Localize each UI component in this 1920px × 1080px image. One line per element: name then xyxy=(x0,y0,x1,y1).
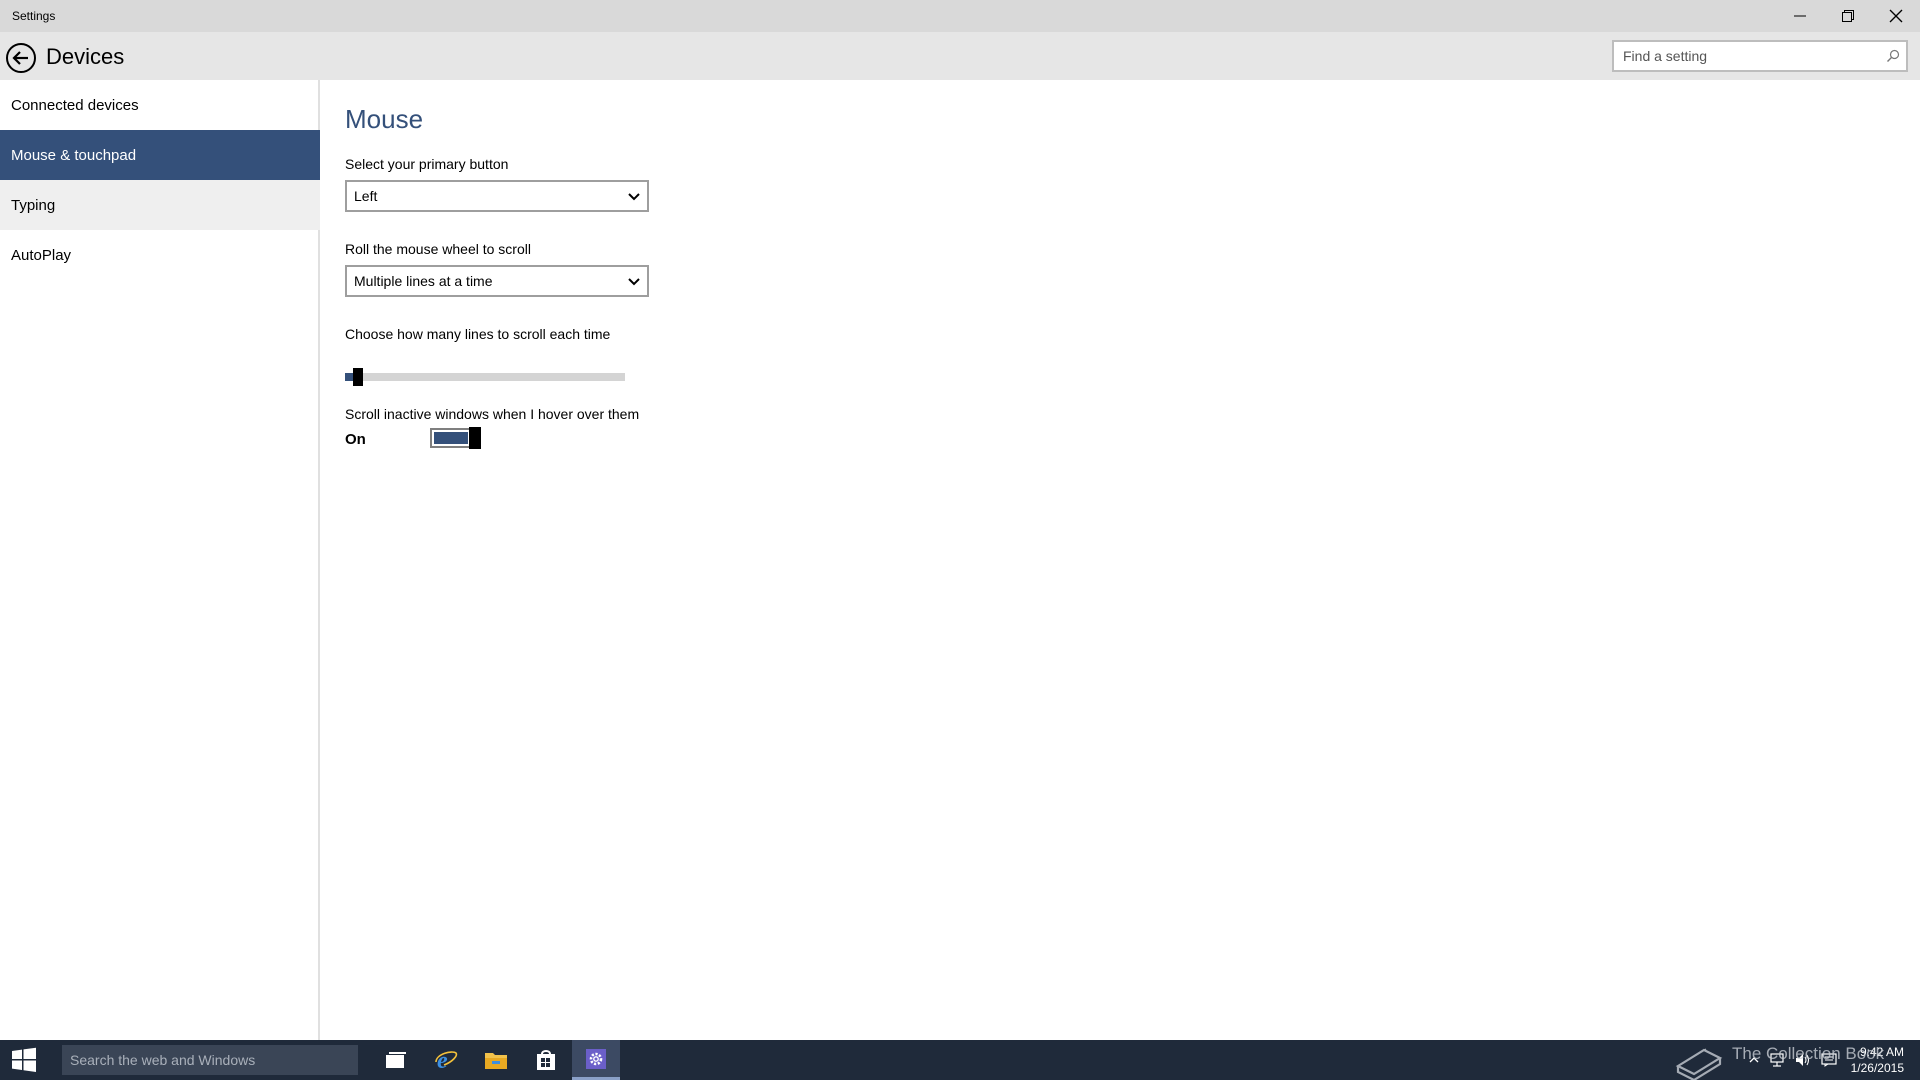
internet-explorer-icon: e xyxy=(435,1048,458,1072)
find-setting-search[interactable] xyxy=(1612,40,1908,72)
sidebar-item-label: Connected devices xyxy=(11,96,139,114)
taskbar-search[interactable]: Search the web and Windows xyxy=(62,1045,358,1075)
toggle-state-text: On xyxy=(345,431,366,448)
wheel-scroll-label: Roll the mouse wheel to scroll xyxy=(345,241,531,257)
lines-slider-label: Choose how many lines to scroll each tim… xyxy=(345,326,611,342)
close-button[interactable] xyxy=(1872,0,1920,32)
clock-time: 9:42 AM xyxy=(1859,1045,1904,1059)
inactive-scroll-label: Scroll inactive windows when I hover ove… xyxy=(345,406,640,422)
search-input[interactable] xyxy=(1614,42,1906,70)
toggle-fill xyxy=(434,432,468,444)
minimize-button[interactable] xyxy=(1776,0,1824,32)
task-view-button[interactable] xyxy=(372,1040,420,1080)
slider-track xyxy=(345,373,625,381)
dropdown-value: Left xyxy=(354,188,378,204)
slider-thumb[interactable] xyxy=(353,368,363,386)
volume-tray-button[interactable] xyxy=(1792,1040,1814,1080)
back-arrow-icon xyxy=(6,43,36,73)
clock-date: 1/26/2015 xyxy=(1850,1061,1904,1075)
chevron-down-icon xyxy=(628,278,640,286)
minimize-icon xyxy=(1794,15,1806,17)
lines-to-scroll-slider[interactable] xyxy=(345,365,625,386)
chevron-down-icon xyxy=(628,193,640,201)
file-explorer-icon xyxy=(485,1053,507,1069)
sidebar-item-autoplay[interactable]: AutoPlay xyxy=(0,230,320,280)
close-icon xyxy=(1889,9,1903,23)
store-icon xyxy=(537,1050,555,1070)
settings-icon xyxy=(586,1048,606,1069)
internet-explorer-button[interactable]: e xyxy=(422,1040,470,1080)
inactive-scroll-toggle[interactable] xyxy=(430,427,481,449)
page-title: Devices xyxy=(46,44,125,69)
search-icon[interactable] xyxy=(1886,49,1900,63)
network-tray-button[interactable] xyxy=(1766,1040,1788,1080)
sidebar-item-label: Typing xyxy=(11,196,56,214)
toggle-knob[interactable] xyxy=(469,427,481,449)
restore-icon xyxy=(1842,10,1854,22)
restore-button[interactable] xyxy=(1824,0,1872,32)
title-bar: Settings xyxy=(0,0,1920,32)
taskbar: Search the web and Windows e 9:42 AM 1/2… xyxy=(0,1040,1920,1080)
taskbar-search-placeholder: Search the web and Windows xyxy=(70,1052,256,1068)
action-center-icon xyxy=(1821,1053,1837,1067)
store-button[interactable] xyxy=(522,1040,570,1080)
windows-logo-icon xyxy=(12,1047,36,1072)
section-title: Mouse xyxy=(345,104,424,134)
volume-icon xyxy=(1796,1054,1810,1066)
sidebar-item-typing[interactable]: Typing xyxy=(0,180,320,230)
notifications-tray-button[interactable] xyxy=(1818,1040,1840,1080)
start-button[interactable] xyxy=(0,1040,48,1080)
sidebar: Connected devices Mouse & touchpad Typin… xyxy=(0,80,320,1040)
sidebar-item-label: AutoPlay xyxy=(11,246,72,264)
sidebar-item-connected-devices[interactable]: Connected devices xyxy=(0,80,320,130)
back-button[interactable] xyxy=(5,42,37,74)
primary-button-dropdown[interactable]: Left xyxy=(345,180,649,212)
network-icon xyxy=(1770,1053,1784,1067)
sidebar-item-mouse-touchpad[interactable]: Mouse & touchpad xyxy=(0,130,320,180)
chevron-up-icon xyxy=(1749,1057,1759,1063)
primary-button-label: Select your primary button xyxy=(345,156,509,172)
show-hidden-icons-button[interactable] xyxy=(1744,1040,1764,1080)
wheel-scroll-dropdown[interactable]: Multiple lines at a time xyxy=(345,265,649,297)
task-view-icon xyxy=(386,1052,406,1068)
settings-taskbar-button[interactable] xyxy=(572,1040,620,1080)
file-explorer-button[interactable] xyxy=(472,1040,520,1080)
sidebar-item-label: Mouse & touchpad xyxy=(11,146,137,164)
svg-text:e: e xyxy=(437,1048,448,1072)
taskbar-clock[interactable]: 9:42 AM 1/26/2015 xyxy=(1851,1044,1904,1076)
window-title: Settings xyxy=(12,9,56,23)
dropdown-value: Multiple lines at a time xyxy=(354,273,493,289)
